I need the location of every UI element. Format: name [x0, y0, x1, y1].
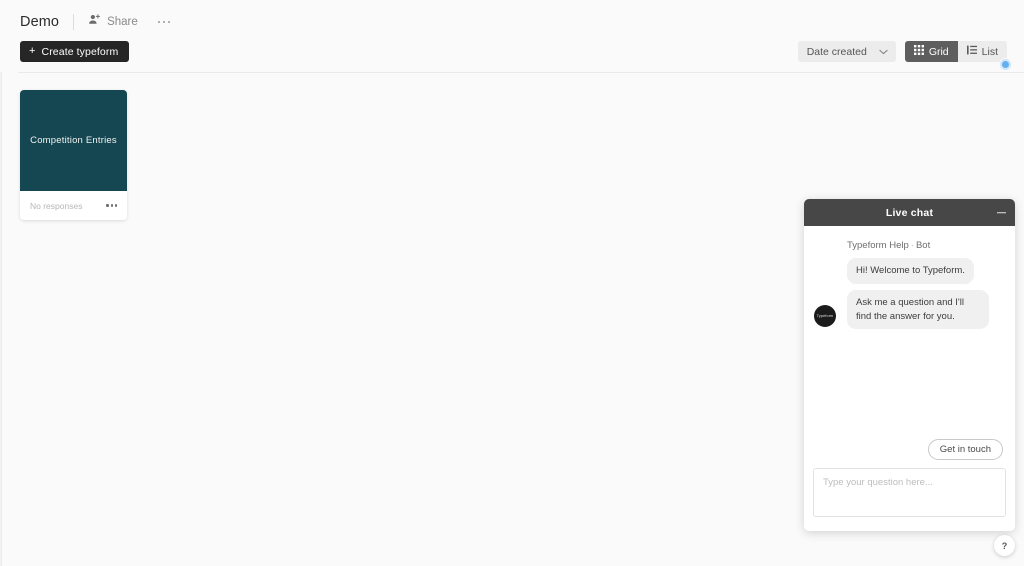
notification-badge[interactable]: [1000, 59, 1011, 70]
top-bar: Demo Share + Create typeform Date create…: [0, 0, 1024, 72]
live-chat-widget: Live chat Typeform Help · Bot Hi! Welcome …: [804, 199, 1015, 531]
chevron-down-icon: [879, 46, 888, 58]
sort-dropdown[interactable]: Date created: [797, 41, 896, 62]
live-chat-header: Live chat: [804, 199, 1015, 226]
page-title: Demo: [20, 14, 60, 30]
chat-message: Typeform Ask me a question and I'll find…: [814, 289, 1005, 330]
live-chat-body: Typeform Help · Bot Hi! Welcome to Typefor…: [804, 226, 1015, 468]
chat-message: Hi! Welcome to Typeform.: [814, 258, 1005, 284]
workspace-header: Demo Share: [20, 13, 172, 31]
dot: [114, 204, 117, 207]
chat-input-wrapper: [804, 468, 1015, 531]
avatar: Typeform: [814, 305, 836, 328]
grid-view-button[interactable]: Grid: [904, 41, 958, 62]
typeform-card-title: Competition Entries: [30, 134, 117, 146]
left-rail: [0, 0, 2, 566]
chat-input[interactable]: [813, 468, 1006, 517]
dot: [106, 204, 109, 207]
header-divider: [18, 72, 1024, 73]
dot: [110, 204, 113, 207]
dot: [157, 20, 161, 24]
typeform-card-footer: No responses: [20, 191, 127, 220]
typeform-card-status: No responses: [30, 200, 83, 211]
sort-value: Date created: [806, 45, 867, 58]
divider: [73, 14, 75, 30]
dot: [162, 20, 166, 24]
chat-bot-name: Typeform Help: [847, 240, 909, 251]
more-horizontal-icon[interactable]: [156, 17, 173, 28]
plus-icon: +: [29, 45, 36, 57]
list-view-button[interactable]: List: [957, 41, 1007, 62]
list-view-label: List: [981, 45, 998, 58]
list-icon: [966, 45, 977, 58]
chat-bot-separator: ·: [910, 240, 914, 251]
share-button[interactable]: Share: [88, 13, 138, 31]
help-button[interactable]: ?: [994, 535, 1015, 556]
chat-spacer: [814, 335, 1005, 439]
live-chat-title: Live chat: [885, 206, 934, 219]
view-controls: Date created Grid List: [797, 41, 1011, 70]
get-in-touch-button[interactable]: Get in touch: [927, 439, 1003, 460]
question-mark-icon: ?: [1001, 540, 1008, 551]
create-typeform-button[interactable]: + Create typeform: [20, 41, 130, 62]
avatar-slot: Typeform: [814, 305, 841, 329]
person-plus-icon: [88, 13, 101, 31]
chat-message-text: Ask me a question and I'll find the answ…: [847, 289, 989, 330]
grid-icon: [913, 45, 924, 58]
typeform-card-menu-icon[interactable]: [105, 200, 118, 210]
create-typeform-label: Create typeform: [41, 45, 119, 58]
dot: [167, 20, 171, 24]
chat-message-text: Hi! Welcome to Typeform.: [847, 258, 974, 284]
minimize-icon[interactable]: [997, 211, 1006, 214]
share-label: Share: [107, 16, 138, 28]
typeform-card-thumbnail: Competition Entries: [20, 90, 127, 191]
view-toggle-group: Grid List: [904, 41, 1011, 70]
chat-bot-role: Bot: [915, 240, 931, 251]
chat-cta-row: Get in touch: [814, 439, 1005, 468]
grid-view-label: Grid: [928, 45, 949, 58]
chat-bot-identity: Typeform Help · Bot: [847, 240, 1005, 251]
typeform-card[interactable]: Competition Entries No responses: [20, 90, 127, 220]
